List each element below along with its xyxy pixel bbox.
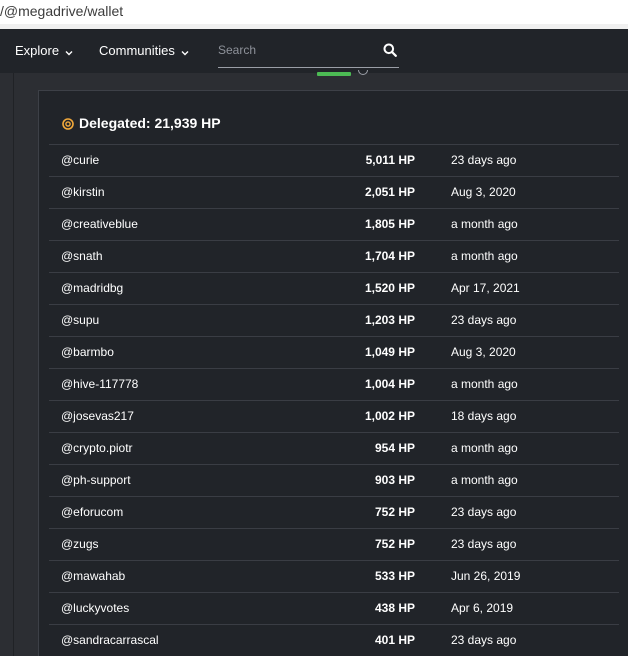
- table-row: @barmbo 1,049 HP Aug 3, 2020: [49, 336, 619, 368]
- delegated-amount: 1,002 HP: [364, 409, 415, 423]
- nav-explore[interactable]: Explore: [15, 29, 73, 73]
- table-row: @zugs 752 HP 23 days ago: [49, 528, 619, 560]
- search-box: [218, 35, 399, 68]
- table-row: @mawahab 533 HP Jun 26, 2019: [49, 560, 619, 592]
- table-row: @luckyvotes 438 HP Apr 6, 2019: [49, 592, 619, 624]
- delegated-amount: 1,805 HP: [364, 217, 415, 231]
- address-bar-url[interactable]: /@megadrive/wallet: [0, 3, 123, 19]
- delegation-date: Apr 6, 2019: [451, 601, 514, 615]
- delegations-list: @curie 5,011 HP 23 days ago @kirstin 2,051 …: [49, 144, 619, 656]
- table-row: @josevas217 1,002 HP 18 days ago: [49, 400, 619, 432]
- nav-communities[interactable]: Communities: [99, 29, 189, 73]
- table-row: @creativeblue 1,805 HP a month ago: [49, 208, 619, 240]
- delegation-date: Jun 26, 2019: [451, 569, 521, 583]
- table-row: @snath 1,704 HP a month ago: [49, 240, 619, 272]
- hive-power-icon: [62, 115, 74, 130]
- delegated-amount: 752 HP: [374, 537, 415, 551]
- nav-communities-label: Communities: [99, 43, 175, 58]
- address-bar[interactable]: /@megadrive/wallet: [0, 0, 628, 24]
- delegation-date: a month ago: [451, 441, 518, 455]
- delegation-date: 23 days ago: [451, 153, 517, 167]
- search-input[interactable]: [218, 35, 368, 65]
- delegated-amount: 533 HP: [374, 569, 415, 583]
- left-gutter: [0, 73, 14, 656]
- table-row: @eforucom 752 HP 23 days ago: [49, 496, 619, 528]
- delegated-amount: 1,049 HP: [364, 345, 415, 359]
- delegation-date: a month ago: [451, 249, 518, 263]
- table-row: @curie 5,011 HP 23 days ago: [49, 144, 619, 176]
- top-navbar: Explore Communities: [0, 29, 628, 73]
- delegatee-link[interactable]: @mawahab: [61, 561, 125, 591]
- delegated-amount: 1,203 HP: [364, 313, 415, 327]
- delegation-date: a month ago: [451, 473, 518, 487]
- delegated-amount: 2,051 HP: [364, 185, 415, 199]
- delegated-amount: 752 HP: [374, 505, 415, 519]
- partial-status-bar: [317, 72, 351, 76]
- delegation-date: a month ago: [451, 217, 518, 231]
- delegatee-link[interactable]: @josevas217: [61, 401, 134, 431]
- delegation-date: Aug 3, 2020: [451, 345, 516, 359]
- delegated-amount: 438 HP: [374, 601, 415, 615]
- delegation-date: 23 days ago: [451, 537, 517, 551]
- delegation-date: a month ago: [451, 377, 518, 391]
- delegatee-link[interactable]: @barmbo: [61, 337, 114, 367]
- table-row: @kirstin 2,051 HP Aug 3, 2020: [49, 176, 619, 208]
- table-row: @hive-117778 1,004 HP a month ago: [49, 368, 619, 400]
- delegatee-link[interactable]: @snath: [61, 241, 103, 271]
- nav-explore-label: Explore: [15, 43, 60, 58]
- table-row: @supu 1,203 HP 23 days ago: [49, 304, 619, 336]
- delegatee-link[interactable]: @curie: [61, 145, 99, 175]
- delegatee-link[interactable]: @ph-support: [61, 465, 131, 495]
- chevron-down-icon: [181, 30, 189, 74]
- delegatee-link[interactable]: @zugs: [61, 529, 99, 559]
- delegation-date: Apr 17, 2021: [451, 281, 520, 295]
- delegatee-link[interactable]: @kirstin: [61, 177, 105, 207]
- delegations-title: Delegated: 21,939 HP: [79, 115, 221, 131]
- delegatee-link[interactable]: @madridbg: [61, 273, 123, 303]
- chevron-down-icon: [65, 30, 73, 74]
- delegated-amount: 1,704 HP: [364, 249, 415, 263]
- delegatee-link[interactable]: @luckyvotes: [61, 593, 129, 623]
- delegation-date: 18 days ago: [451, 409, 517, 423]
- delegation-date: Aug 3, 2020: [451, 185, 516, 199]
- delegatee-link[interactable]: @crypto.piotr: [61, 433, 133, 463]
- delegatee-link[interactable]: @supu: [61, 305, 99, 335]
- delegations-header: Delegated: 21,939 HP: [62, 113, 221, 133]
- table-row: @crypto.piotr 954 HP a month ago: [49, 432, 619, 464]
- delegation-date: 23 days ago: [451, 505, 517, 519]
- delegatee-link[interactable]: @sandracarrascal: [61, 625, 159, 655]
- table-row: @madridbg 1,520 HP Apr 17, 2021: [49, 272, 619, 304]
- delegated-amount: 5,011 HP: [365, 153, 415, 167]
- delegation-date: 23 days ago: [451, 633, 517, 647]
- delegated-amount: 954 HP: [374, 441, 415, 455]
- table-row: @ph-support 903 HP a month ago: [49, 464, 619, 496]
- delegated-amount: 401 HP: [374, 633, 415, 647]
- delegations-panel: Delegated: 21,939 HP @curie 5,011 HP 23 da…: [38, 90, 628, 656]
- delegation-date: 23 days ago: [451, 313, 517, 327]
- delegated-amount: 1,004 HP: [364, 377, 415, 391]
- delegatee-link[interactable]: @hive-117778: [61, 369, 138, 399]
- delegatee-link[interactable]: @creativeblue: [61, 209, 138, 239]
- delegated-amount: 903 HP: [374, 473, 415, 487]
- delegated-amount: 1,520 HP: [364, 281, 415, 295]
- search-icon[interactable]: [383, 43, 397, 57]
- delegatee-link[interactable]: @eforucom: [61, 497, 123, 527]
- table-row: @sandracarrascal 401 HP 23 days ago: [49, 624, 619, 656]
